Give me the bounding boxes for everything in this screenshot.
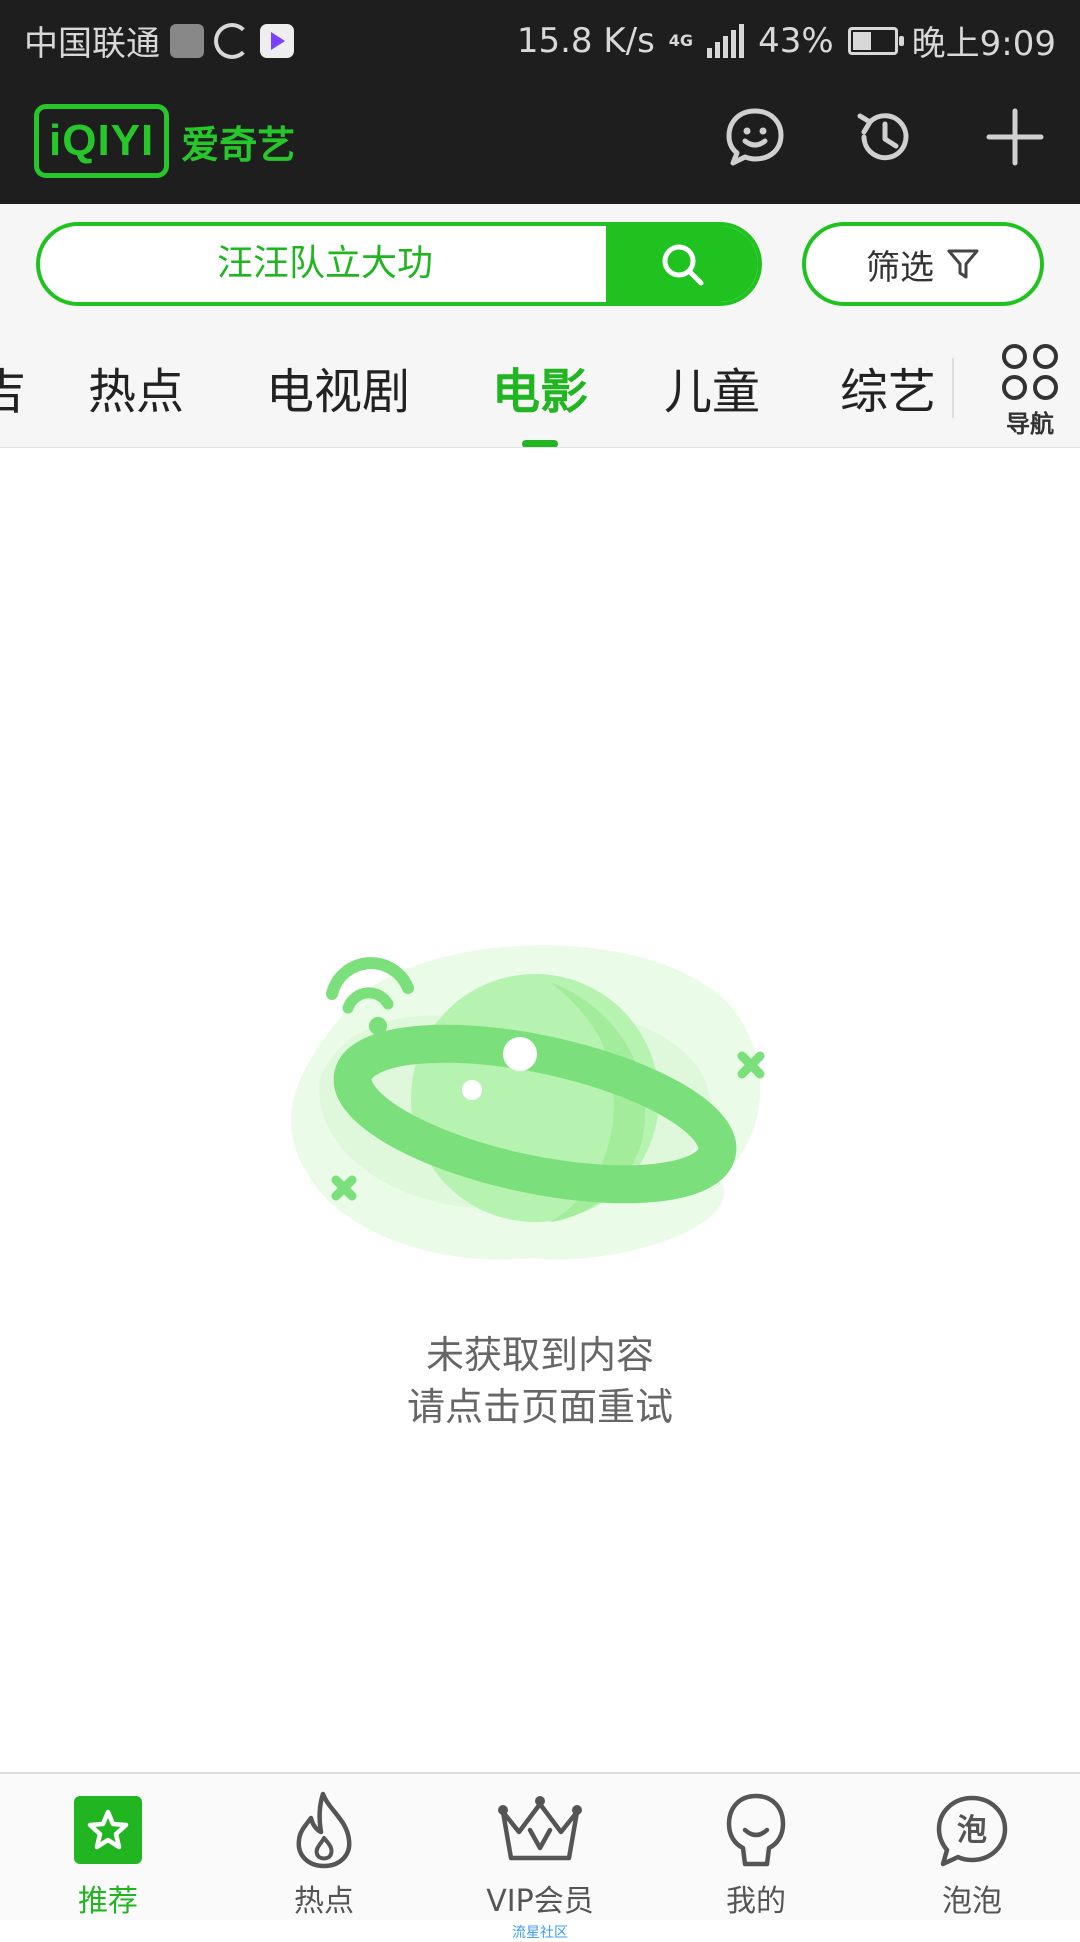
tab-partial[interactable]: 吉: [0, 352, 26, 422]
flame-icon: [296, 1791, 352, 1869]
shopping-bag-icon: [170, 23, 204, 58]
crown-icon: [498, 1796, 582, 1861]
bubble-icon: 泡: [936, 1795, 1008, 1867]
tab-kids[interactable]: 儿童: [664, 352, 760, 422]
bottom-nav: 推荐 热点 VIP会员 流星社区 我的 泡 泡泡: [0, 1772, 1080, 1941]
network-type: 4G: [668, 30, 694, 50]
tab-hot[interactable]: 热点: [88, 352, 184, 422]
tab-tv-series[interactable]: 电视剧: [266, 352, 410, 422]
nav-hot[interactable]: 热点: [216, 1788, 432, 1920]
nav-me-label: 我的: [726, 1884, 786, 1919]
filter-label: 筛选: [866, 247, 934, 288]
carrier-text: 中国联通: [24, 24, 160, 64]
search-query[interactable]: 汪汪队立大功: [40, 226, 610, 302]
history-icon[interactable]: [850, 102, 920, 172]
video-app-icon: [260, 23, 294, 58]
empty-message: 未获取到内容: [425, 1333, 654, 1377]
clock: 晚上9:09: [911, 24, 1056, 64]
tab-divider: [952, 358, 954, 418]
category-tabs: 吉 热点 电视剧 电影 儿童 综艺 导航: [0, 330, 1080, 448]
tab-variety[interactable]: 综艺: [840, 352, 936, 422]
search-bar: 汪汪队立大功 筛选: [0, 204, 1080, 330]
search-button[interactable]: [606, 226, 758, 302]
retry-hint[interactable]: 请点击页面重试: [0, 1376, 1080, 1431]
nav-bubble[interactable]: 泡 泡泡: [864, 1788, 1080, 1920]
navigation-button[interactable]: 导航: [980, 344, 1080, 444]
app-logo[interactable]: iQIYI 爱奇艺: [34, 104, 295, 178]
app-name: 爱奇艺: [181, 122, 296, 167]
nav-bubble-label: 泡泡: [942, 1884, 1002, 1919]
sync-icon: [214, 22, 250, 59]
plus-icon[interactable]: [980, 102, 1050, 172]
empty-state[interactable]: 未获取到内容 请点击页面重试: [0, 448, 1080, 1772]
nav-vip[interactable]: VIP会员 流星社区: [432, 1788, 648, 1941]
nav-label: 导航: [1006, 410, 1054, 438]
nav-me[interactable]: 我的: [648, 1788, 864, 1920]
nav-recommend[interactable]: 推荐: [0, 1788, 216, 1920]
active-tab-indicator: [522, 440, 558, 447]
app-header: iQIYI 爱奇艺: [0, 74, 1080, 204]
nav-hot-label: 热点: [294, 1884, 354, 1919]
svg-text:泡: 泡: [957, 1813, 987, 1848]
battery-icon: [847, 26, 904, 55]
status-bar: 中国联通 15.8 K/s 4G 43% 晚上9:09: [0, 0, 1080, 74]
logo-mark: iQIYI: [34, 104, 170, 178]
tab-movies[interactable]: 电影: [492, 352, 588, 422]
search-icon: [662, 244, 704, 286]
nav-vip-label: VIP会员: [486, 1884, 594, 1919]
search-input[interactable]: 汪汪队立大功: [36, 222, 762, 306]
nav-recommend-label: 推荐: [78, 1884, 138, 1919]
grid-icon: [1002, 344, 1058, 400]
chat-icon[interactable]: [720, 102, 790, 172]
battery-percent: 43%: [758, 20, 834, 61]
network-speed: 15.8 K/s: [516, 20, 655, 61]
star-icon: [74, 1796, 142, 1864]
filter-button[interactable]: 筛选: [802, 222, 1044, 306]
planet-illustration: [291, 945, 765, 1260]
nav-vip-sublabel: 流星社区: [512, 1925, 568, 1941]
filter-icon: [947, 249, 979, 279]
signal-icon: [707, 23, 745, 58]
profile-icon: [726, 1793, 786, 1867]
